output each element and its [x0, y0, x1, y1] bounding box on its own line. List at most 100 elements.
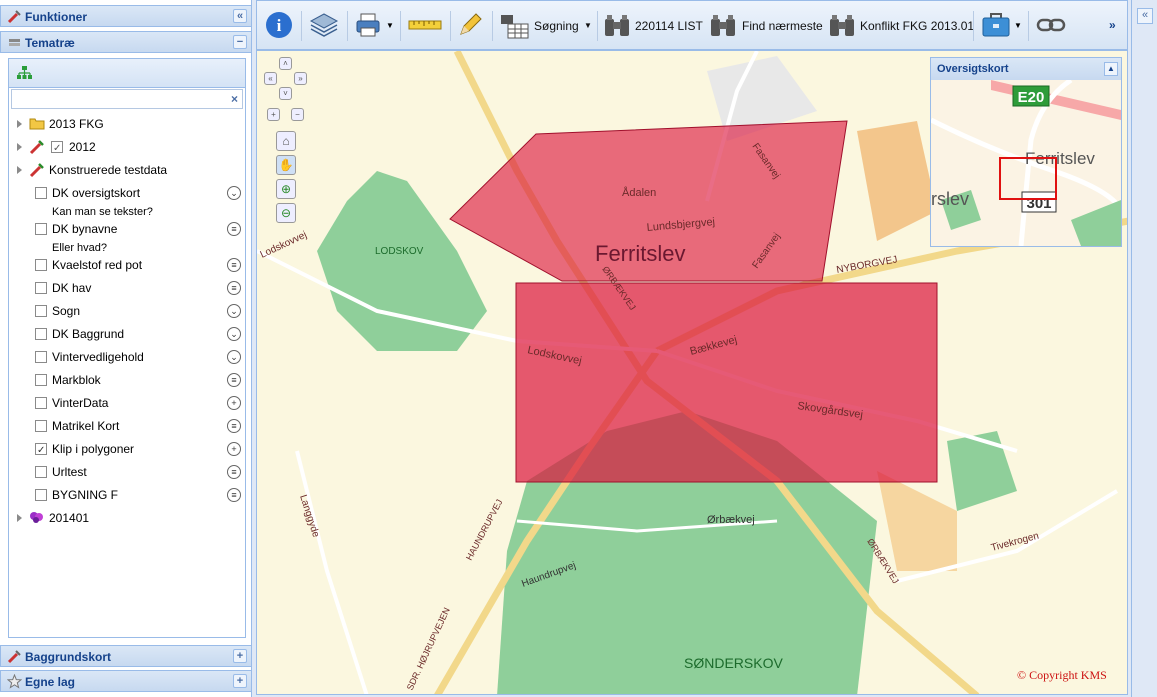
- collapse-icon[interactable]: −: [233, 35, 247, 49]
- layer-checkbox[interactable]: [35, 397, 47, 409]
- polygon-feature[interactable]: [515, 282, 938, 483]
- zoom-in-icon[interactable]: ⊕: [276, 179, 296, 199]
- expand-icon[interactable]: +: [233, 649, 247, 663]
- pan-down-icon[interactable]: ˅: [279, 87, 292, 100]
- road-label: Lodskovvej: [259, 230, 309, 261]
- zoom-out-icon[interactable]: ⊖: [276, 203, 296, 223]
- tree-item-label: 201401: [49, 511, 90, 525]
- print-icon[interactable]: [355, 12, 383, 38]
- layer-search-input[interactable]: [11, 89, 243, 109]
- tree-item[interactable]: Markblok ≡: [9, 370, 245, 390]
- overview-collapse-icon[interactable]: ▲: [1104, 62, 1118, 76]
- add-layer-icon[interactable]: +: [227, 442, 241, 456]
- expand-arrow-icon[interactable]: [17, 120, 22, 128]
- expand-arrow-icon[interactable]: [17, 514, 22, 522]
- layer-checkbox[interactable]: [35, 374, 47, 386]
- panel-header-baggrundskort[interactable]: Baggrundskort +: [0, 645, 252, 667]
- panel-header-egne-lag[interactable]: Egne lag +: [0, 670, 252, 692]
- pan-up-icon[interactable]: ˄: [279, 57, 292, 70]
- panel-header-tematrae[interactable]: Tematræ −: [0, 31, 252, 53]
- tree-item[interactable]: 201401: [9, 508, 245, 528]
- briefcase-icon[interactable]: [981, 11, 1011, 39]
- chevron-down-icon[interactable]: ⌄: [227, 304, 241, 318]
- tree-item[interactable]: Urltest ≡: [9, 462, 245, 482]
- layer-checkbox[interactable]: [35, 282, 47, 294]
- town-label: Ferritslev: [595, 241, 685, 266]
- layer-checkbox[interactable]: [35, 259, 47, 271]
- zoom-in-small-icon[interactable]: +: [267, 108, 280, 121]
- tree-item[interactable]: DK bynavne ≡: [9, 219, 245, 239]
- layer-checkbox[interactable]: ✓: [35, 443, 47, 456]
- chevron-down-icon[interactable]: ⌄: [227, 186, 241, 200]
- toolbar-overflow-button[interactable]: »: [1109, 18, 1116, 32]
- tree-item[interactable]: Konstruerede testdata: [9, 160, 245, 180]
- expand-arrow-icon[interactable]: [17, 166, 22, 174]
- tree-item-label: DK hav: [52, 281, 92, 295]
- clear-search-icon[interactable]: ×: [231, 92, 238, 106]
- layers-icon[interactable]: [309, 11, 339, 39]
- print-dropdown-icon[interactable]: ▼: [386, 21, 394, 30]
- expand-arrow-icon[interactable]: [17, 143, 22, 151]
- briefcase-dropdown-icon[interactable]: ▼: [1014, 21, 1022, 30]
- layer-checkbox[interactable]: [35, 223, 47, 235]
- pencil-icon[interactable]: [456, 11, 484, 39]
- tree-item[interactable]: Kvaelstof red pot ≡: [9, 255, 245, 275]
- home-icon[interactable]: ⌂: [276, 131, 296, 151]
- list-icon[interactable]: ≡: [227, 465, 241, 479]
- tree-item[interactable]: ✓ Klip i polygoner +: [9, 439, 245, 459]
- copyright-label: © Copyright KMS: [1017, 668, 1107, 682]
- tree-structure-icon[interactable]: [17, 66, 32, 80]
- pan-right-icon[interactable]: »: [294, 72, 307, 85]
- tree-item[interactable]: Vintervedligehold ⌄: [9, 347, 245, 367]
- link-icon[interactable]: [1036, 17, 1066, 33]
- layer-checkbox[interactable]: [35, 420, 47, 432]
- tree-item[interactable]: 2013 FKG: [9, 114, 245, 134]
- binoculars-icon: [711, 15, 735, 36]
- chevron-down-icon[interactable]: ⌄: [227, 327, 241, 341]
- tree-item-label: Kvaelstof red pot: [52, 258, 143, 272]
- collapse-left-icon[interactable]: «: [233, 9, 247, 23]
- info-icon[interactable]: i: [265, 11, 293, 39]
- layer-checkbox[interactable]: [35, 351, 47, 363]
- road-label: Ørbækvej: [707, 514, 755, 526]
- layer-checkbox[interactable]: [35, 328, 47, 340]
- tree-item-label: DK bynavne: [52, 222, 118, 236]
- chevron-down-icon[interactable]: ⌄: [227, 350, 241, 364]
- add-layer-icon[interactable]: +: [227, 396, 241, 410]
- list-icon[interactable]: ≡: [227, 419, 241, 433]
- tree-item[interactable]: BYGNING F ≡: [9, 485, 245, 505]
- layer-checkbox[interactable]: [35, 305, 47, 317]
- expand-icon[interactable]: +: [233, 674, 247, 688]
- zoom-out-small-icon[interactable]: −: [291, 108, 304, 121]
- pan-hand-icon[interactable]: ✋: [276, 155, 296, 175]
- tree-item[interactable]: DK oversigtskort ⌄: [9, 183, 245, 203]
- list-icon[interactable]: ≡: [227, 373, 241, 387]
- overview-map[interactable]: Oversigtskort ▲ E20 Ferritslev rslev 301: [930, 57, 1122, 247]
- tree-item[interactable]: Matrikel Kort ≡: [9, 416, 245, 436]
- layer-checkbox[interactable]: [35, 489, 47, 501]
- map-toolbar: i ▼ Søgning ▼ 220114 LIST Find nærmeste …: [256, 0, 1128, 50]
- tree-item[interactable]: DK hav ≡: [9, 278, 245, 298]
- dropdown-arrow-icon: ▼: [584, 21, 592, 30]
- ruler-icon[interactable]: [408, 19, 442, 31]
- layer-checkbox[interactable]: [35, 187, 47, 199]
- layer-checkbox[interactable]: ✓: [51, 141, 63, 154]
- tree-item[interactable]: ✓ 2012: [9, 137, 245, 157]
- layer-checkbox[interactable]: [35, 466, 47, 478]
- tree-item[interactable]: DK Baggrund ⌄: [9, 324, 245, 344]
- tree-item-label: 2012: [69, 140, 96, 154]
- tree-item-label: Vintervedligehold: [52, 350, 144, 364]
- pan-left-icon[interactable]: «: [264, 72, 277, 85]
- list-icon[interactable]: ≡: [227, 281, 241, 295]
- list-icon[interactable]: ≡: [227, 222, 241, 236]
- expand-right-icon[interactable]: «: [1137, 8, 1153, 24]
- tree-item[interactable]: VinterData +: [9, 393, 245, 413]
- list-icon[interactable]: ≡: [227, 258, 241, 272]
- tools-icon: [29, 162, 45, 184]
- list-icon[interactable]: ≡: [227, 488, 241, 502]
- binoculars-icon: [605, 15, 629, 36]
- panel-header-funktioner[interactable]: Funktioner «: [0, 5, 252, 27]
- road-label: Langgyde: [297, 494, 321, 540]
- overview-canvas[interactable]: E20 Ferritslev rslev 301: [931, 80, 1121, 246]
- tree-item[interactable]: Sogn ⌄: [9, 301, 245, 321]
